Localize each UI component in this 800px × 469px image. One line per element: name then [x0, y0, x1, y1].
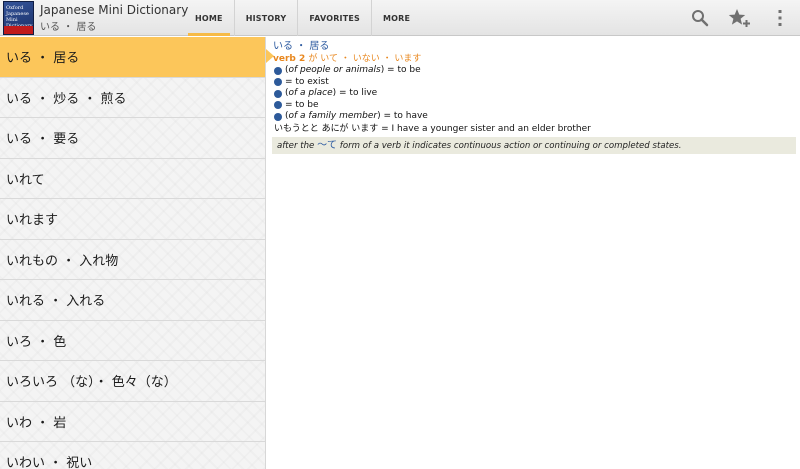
sense-item: = to be: [272, 100, 796, 112]
overflow-menu-icon[interactable]: [768, 6, 792, 30]
bullet-icon: [274, 112, 282, 121]
example-sentence: いもうとと あにが います = I have a younger sister …: [274, 123, 591, 134]
sense-item: (of a place) = to live: [272, 88, 796, 100]
sense-qualifier: of a place: [288, 88, 333, 98]
star-add-icon[interactable]: [727, 6, 751, 30]
usage-note: after the ～て form of a verb it indicates…: [272, 136, 796, 154]
word-list-item[interactable]: いれて: [0, 159, 265, 199]
tab-favorites[interactable]: FAVORITES: [297, 0, 371, 36]
usage-note-kana: ～て: [317, 139, 338, 151]
word-list-item[interactable]: いわ ・ 岩: [0, 402, 265, 442]
sense-qualifier: of a family member: [288, 111, 378, 121]
word-list-item[interactable]: いわい ・ 祝い: [0, 442, 265, 469]
sense-translation: ) = to have: [377, 111, 428, 121]
sense-qualifier: of people or animals: [288, 65, 381, 75]
bullet-icon: [274, 101, 282, 110]
bullet-icon: [274, 78, 282, 87]
action-bar: Oxford Japanese Mini Dictionary Japanese…: [0, 0, 800, 36]
app-title: Japanese Mini Dictionary: [40, 3, 189, 17]
word-list-item-selected[interactable]: いる ・ 居る: [0, 37, 265, 78]
search-icon[interactable]: [688, 6, 712, 30]
word-list-item[interactable]: いろいろ （な）・ 色々（な）: [0, 361, 265, 402]
sense-translation: ) = to be: [380, 65, 421, 75]
tab-home[interactable]: HOME: [184, 0, 234, 36]
sense-item: = to exist: [272, 77, 796, 89]
sense-item: (of a family member) = to have: [272, 111, 796, 123]
tab-history[interactable]: HISTORY: [233, 0, 298, 36]
sense-translation: ) = to live: [332, 88, 378, 98]
entry-headword: いる ・ 居る: [273, 41, 330, 52]
sense-item: (of people or animals) = to be: [272, 65, 796, 77]
tab-more[interactable]: MORE: [371, 0, 421, 36]
app-logo-icon[interactable]: Oxford Japanese Mini Dictionary: [3, 1, 34, 35]
word-list-item[interactable]: いれます: [0, 199, 265, 240]
word-list-item[interactable]: いる ・ 炒る ・ 煎る: [0, 78, 265, 118]
verb-forms: が いて ・ いない ・ います: [308, 54, 422, 64]
word-list-item[interactable]: いれる ・ 入れる: [0, 280, 265, 321]
word-list[interactable]: いる ・ 居る いる ・ 炒る ・ 煎る いる ・ 要る いれて いれます いれ…: [0, 37, 266, 469]
word-list-item[interactable]: いろ ・ 色: [0, 321, 265, 361]
tab-bar: HOME HISTORY FAVORITES MORE: [184, 0, 421, 36]
entry-grammar: verb 2 が いて ・ いない ・ います: [272, 53, 796, 65]
word-list-item[interactable]: いれもの ・ 入れ物: [0, 240, 265, 280]
part-of-speech: verb 2: [273, 54, 306, 64]
entry-detail: いる ・ 居る verb 2 が いて ・ いない ・ います (of peop…: [272, 40, 796, 154]
word-list-item[interactable]: いる ・ 要る: [0, 118, 265, 159]
bullet-icon: [274, 89, 282, 98]
app-subtitle: いる ・ 居る: [40, 22, 97, 33]
sense-translation: = to be: [285, 99, 319, 110]
bullet-icon: [274, 66, 282, 75]
sense-translation: = to exist: [285, 76, 329, 87]
